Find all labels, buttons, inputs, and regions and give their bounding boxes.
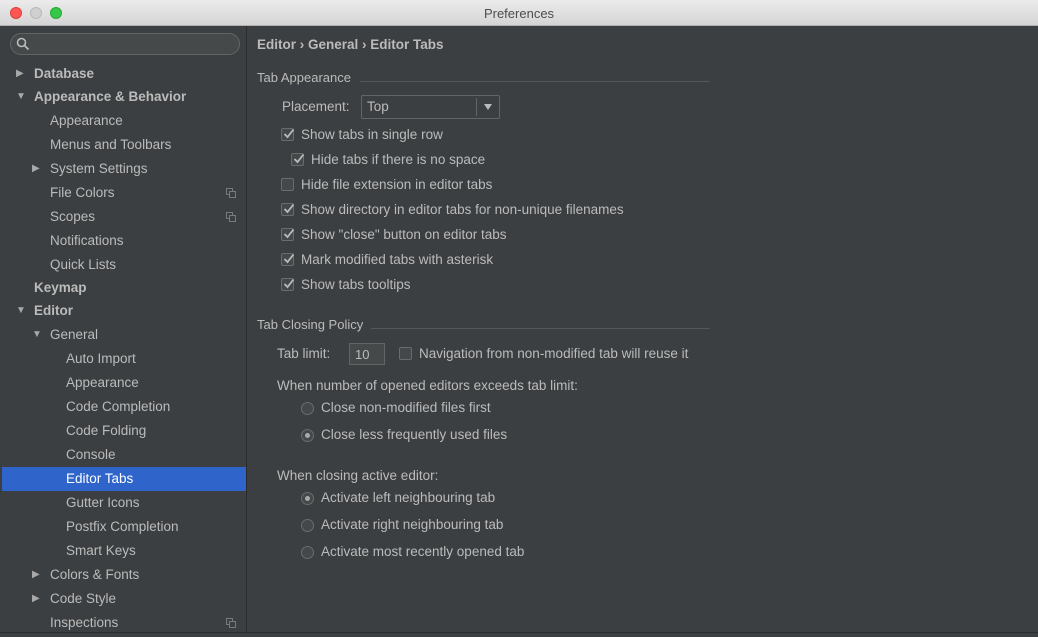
window-bottom-bar <box>0 632 1038 637</box>
section-divider <box>360 81 710 82</box>
settings-content: Editor › General › Editor Tabs Tab Appea… <box>248 26 1038 637</box>
show-tabs-single-row-label: Show tabs in single row <box>301 127 443 142</box>
hide-file-extension-checkbox[interactable] <box>281 178 294 191</box>
sidebar-item-smart-keys[interactable]: Smart Keys <box>2 539 246 563</box>
project-copy-icon <box>226 188 236 198</box>
checkmark-icon <box>283 203 295 214</box>
show-directory-checkbox[interactable] <box>281 203 295 216</box>
activate-right-radio[interactable] <box>301 519 314 532</box>
expand-arrow-icon[interactable]: ▶ <box>32 587 40 611</box>
placement-value: Top <box>367 99 389 114</box>
placement-label: Placement: <box>282 99 350 114</box>
tab-limit-label: Tab limit: <box>277 346 331 361</box>
sidebar-item-database[interactable]: ▶ Database <box>2 62 246 86</box>
settings-search[interactable] <box>10 33 240 55</box>
placement-select[interactable]: Top <box>361 95 500 119</box>
close-less-frequent-label: Close less frequently used files <box>321 427 508 442</box>
collapse-arrow-icon[interactable]: ▼ <box>16 299 26 323</box>
mark-modified-checkbox[interactable] <box>281 253 295 266</box>
close-less-frequent-radio[interactable] <box>301 429 314 442</box>
show-close-button-checkbox[interactable] <box>281 228 295 241</box>
select-separator <box>476 98 477 116</box>
sidebar-item-code-style[interactable]: ▶ Code Style <box>2 587 246 611</box>
sidebar-item-colors-fonts[interactable]: ▶ Colors & Fonts <box>2 563 246 587</box>
sidebar-item-code-completion[interactable]: Code Completion <box>2 395 246 419</box>
sidebar-item-editor-tabs[interactable]: Editor Tabs <box>2 467 246 491</box>
show-close-button-label: Show "close" button on editor tabs <box>301 227 507 242</box>
breadcrumb: Editor › General › Editor Tabs <box>257 37 444 52</box>
hide-tabs-no-space-label: Hide tabs if there is no space <box>311 152 486 167</box>
sidebar-item-code-folding[interactable]: Code Folding <box>2 419 246 443</box>
checkmark-icon <box>283 278 295 289</box>
activate-left-label: Activate left neighbouring tab <box>321 490 496 505</box>
closing-active-label: When closing active editor: <box>277 468 439 483</box>
checkmark-icon <box>283 128 295 139</box>
sidebar-item-auto-import[interactable]: Auto Import <box>2 347 246 371</box>
project-copy-icon <box>226 212 236 222</box>
sidebar-item-file-colors[interactable]: File Colors <box>2 181 246 205</box>
sidebar-item-appearance[interactable]: Appearance <box>2 109 246 133</box>
activate-recent-radio[interactable] <box>301 546 314 559</box>
sidebar-item-keymap[interactable]: Keymap <box>2 276 246 300</box>
sidebar-item-system-settings[interactable]: ▶ System Settings <box>2 157 246 181</box>
checkmark-icon <box>293 153 305 164</box>
show-directory-label: Show directory in editor tabs for non-un… <box>301 202 624 217</box>
sidebar-item-appearance-behavior[interactable]: ▼ Appearance & Behavior <box>2 85 246 109</box>
show-tabs-single-row-checkbox[interactable] <box>281 128 295 141</box>
sidebar-item-general[interactable]: ▼ General <box>2 323 246 347</box>
collapse-arrow-icon[interactable]: ▼ <box>16 85 26 109</box>
close-non-modified-radio[interactable] <box>301 402 314 415</box>
activate-left-radio[interactable] <box>301 492 314 505</box>
window-title: Preferences <box>483 6 555 21</box>
sidebar-item-menus-toolbars[interactable]: Menus and Toolbars <box>2 133 246 157</box>
sidebar-item-notifications[interactable]: Notifications <box>2 229 246 253</box>
reuse-tab-label: Navigation from non-modified tab will re… <box>419 346 689 361</box>
sidebar-item-scopes[interactable]: Scopes <box>2 205 246 229</box>
exceeds-limit-label: When number of opened editors exceeds ta… <box>277 378 578 393</box>
hide-tabs-no-space-checkbox[interactable] <box>291 153 305 166</box>
chevron-down-icon <box>484 104 492 110</box>
tab-limit-input[interactable] <box>349 343 385 365</box>
sidebar-item-editor-appearance[interactable]: Appearance <box>2 371 246 395</box>
checkmark-icon <box>283 253 295 264</box>
expand-arrow-icon[interactable]: ▶ <box>32 157 40 181</box>
section-divider <box>371 328 710 329</box>
close-non-modified-label: Close non-modified files first <box>321 400 491 415</box>
sidebar-item-quick-lists[interactable]: Quick Lists <box>2 253 246 277</box>
sidebar-item-editor[interactable]: ▼ Editor <box>2 299 246 323</box>
search-input[interactable] <box>35 36 235 52</box>
expand-arrow-icon[interactable]: ▶ <box>16 62 24 86</box>
section-title-tab-appearance: Tab Appearance <box>257 70 351 85</box>
project-copy-icon <box>226 618 236 628</box>
search-icon <box>16 37 30 51</box>
sidebar-item-gutter-icons[interactable]: Gutter Icons <box>2 491 246 515</box>
collapse-arrow-icon[interactable]: ▼ <box>32 323 42 347</box>
sidebar-item-postfix-completion[interactable]: Postfix Completion <box>2 515 246 539</box>
hide-file-extension-label: Hide file extension in editor tabs <box>301 177 493 192</box>
reuse-tab-checkbox[interactable] <box>399 347 412 360</box>
settings-sidebar: ▶ Database ▼ Appearance & Behavior Appea… <box>0 26 247 637</box>
sidebar-item-console[interactable]: Console <box>2 443 246 467</box>
show-tooltips-checkbox[interactable] <box>281 278 295 291</box>
mark-modified-label: Mark modified tabs with asterisk <box>301 252 494 267</box>
activate-right-label: Activate right neighbouring tab <box>321 517 504 532</box>
window-titlebar: Preferences <box>0 0 1038 26</box>
section-title-tab-closing: Tab Closing Policy <box>257 317 364 332</box>
expand-arrow-icon[interactable]: ▶ <box>32 563 40 587</box>
activate-recent-label: Activate most recently opened tab <box>321 544 525 559</box>
show-tooltips-label: Show tabs tooltips <box>301 277 411 292</box>
checkmark-icon <box>283 228 295 239</box>
